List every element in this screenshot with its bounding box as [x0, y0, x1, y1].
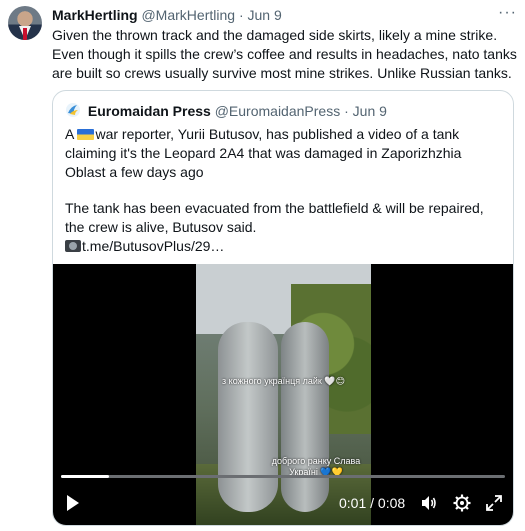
- quote-header-separator: ·: [344, 103, 349, 119]
- author-name[interactable]: MarkHertling: [52, 7, 138, 23]
- quote-paragraph-1: A war reporter, Yurii Butusov, has publi…: [65, 125, 505, 182]
- camera-icon: [65, 240, 81, 252]
- play-icon[interactable]: [67, 495, 79, 511]
- quote-link[interactable]: t.me/ButusovPlus/29…: [82, 238, 224, 254]
- video-progress-fill: [61, 475, 109, 478]
- quote-text-prefix: A: [65, 126, 78, 142]
- video-frame: з кожного українця лайк 🤍😊 доброго ранку…: [196, 264, 371, 525]
- author-handle[interactable]: @MarkHertling: [141, 7, 235, 23]
- header-separator: ·: [238, 7, 244, 23]
- video-time: 0:01 / 0:08: [339, 495, 405, 511]
- volume-icon[interactable]: [419, 493, 439, 513]
- quote-text-para1: war reporter, Yurii Butusov, has publish…: [65, 126, 462, 180]
- settings-icon[interactable]: [452, 493, 472, 513]
- video-progress-bar[interactable]: [61, 475, 505, 478]
- quote-body: A war reporter, Yurii Butusov, has publi…: [65, 125, 505, 256]
- video-current-time: 0:01: [339, 495, 367, 511]
- video-caption-top: з кожного українця лайк 🤍😊: [222, 376, 345, 386]
- quote-author-handle[interactable]: @EuromaidanPress: [215, 103, 341, 119]
- author-avatar[interactable]: [8, 6, 42, 40]
- video-player[interactable]: з кожного українця лайк 🤍😊 доброго ранку…: [53, 264, 513, 525]
- avatar-tie: [23, 28, 27, 40]
- tank-road-wheel-left: [218, 322, 278, 512]
- fullscreen-icon[interactable]: [484, 493, 504, 513]
- tweet-header: MarkHertling @MarkHertling · Jun 9: [52, 7, 282, 23]
- tweet-text: Given the thrown track and the damaged s…: [52, 27, 517, 81]
- quote-date[interactable]: Jun 9: [353, 103, 387, 119]
- tank-road-wheel-right: [281, 322, 329, 512]
- quote-text-para2: The tank has been evacuated from the bat…: [65, 200, 484, 235]
- ukraine-flag-icon: [77, 129, 95, 140]
- video-time-separator: /: [366, 495, 378, 511]
- euromaidan-logo-icon: [66, 103, 80, 117]
- quote-author-name[interactable]: Euromaidan Press: [88, 103, 211, 119]
- video-duration: 0:08: [377, 495, 406, 511]
- quoted-tweet[interactable]: Euromaidan Press @EuromaidanPress · Jun …: [52, 90, 514, 526]
- quote-header: Euromaidan Press @EuromaidanPress · Jun …: [65, 102, 387, 119]
- more-icon[interactable]: ···: [498, 4, 517, 22]
- quote-link-line: t.me/ButusovPlus/29…: [65, 237, 505, 256]
- tweet-date[interactable]: Jun 9: [248, 7, 282, 23]
